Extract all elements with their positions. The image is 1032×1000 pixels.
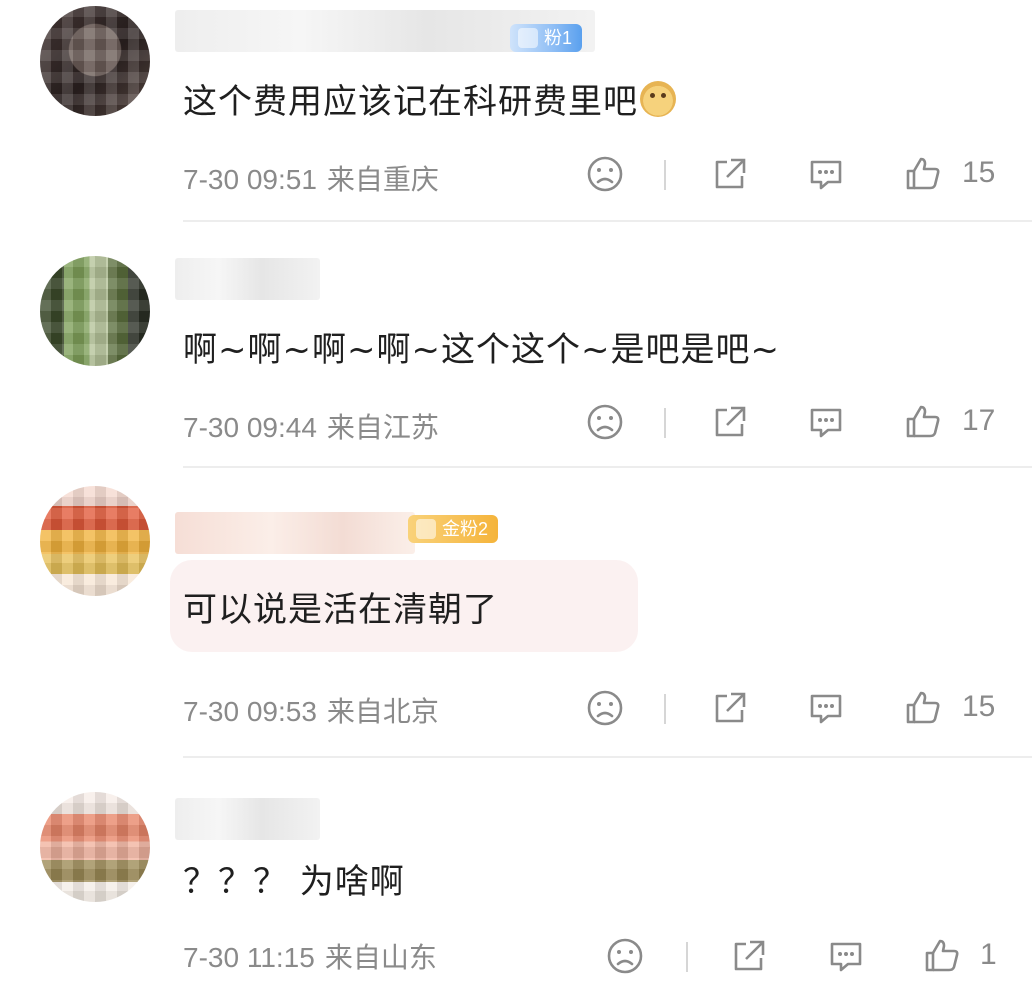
comment-item: 粉1 这个费用应该记在科研费里吧 7-30 09:51 来自重庆 15 [0,0,1032,222]
fan-badge-label: 金粉2 [442,519,489,539]
fan-badge[interactable]: 粉1 [510,24,583,52]
share-icon[interactable] [709,688,749,728]
comment-bubble-icon[interactable] [826,936,866,976]
comment-text: 这个费用应该记在科研费里吧 [183,74,676,123]
avatar[interactable] [40,792,150,902]
divider [664,694,666,724]
username[interactable] [175,798,320,840]
sad-face-icon[interactable] [605,936,645,976]
action-bar: 1 [0,936,1032,976]
thumbs-up-icon[interactable] [903,402,943,442]
like-count: 1 [980,938,997,971]
sad-face-icon[interactable] [585,688,625,728]
fan-badge-label: 粉1 [544,28,573,48]
comment-body: 这个费用应该记在科研费里吧 [183,82,638,122]
comment-text: 啊~啊~啊~啊~这个这个~是吧是吧~ [183,322,780,371]
comment-item: 金粉2 可以说是活在清朝了 7-30 09:53 来自北京 15 [0,468,1032,758]
comment-item: 啊~啊~啊~啊~这个这个~是吧是吧~ 7-30 09:44 来自江苏 17 [0,222,1032,468]
divider [664,160,666,190]
avatar[interactable] [40,6,150,116]
thumbs-up-icon[interactable] [922,936,962,976]
divider [664,408,666,438]
comment-bubble-icon[interactable] [806,154,846,194]
divider [686,942,688,972]
fan-badge-icon [416,519,436,539]
comment-text: ？？？ 为啥啊 [183,854,405,903]
fan-badge[interactable]: 金粉2 [408,515,499,543]
comment-feed: 粉1 这个费用应该记在科研费里吧 7-30 09:51 来自重庆 15 啊~啊~… [0,0,1032,1000]
fan-badge-icon [518,28,538,48]
like-count: 15 [962,156,996,189]
share-icon[interactable] [728,936,768,976]
action-bar: 15 [0,154,1032,194]
like-count: 17 [962,404,996,437]
avatar[interactable] [40,256,150,366]
thumbs-up-icon[interactable] [903,688,943,728]
thumbs-up-icon[interactable] [903,154,943,194]
sad-face-icon[interactable] [585,154,625,194]
action-bar: 17 [0,402,1032,442]
doge-emoji-icon [640,81,676,117]
comment-body: ？？？ 为啥啊 [183,862,405,902]
share-icon[interactable] [709,154,749,194]
sad-face-icon[interactable] [585,402,625,442]
comment-body: 啊~啊~啊~啊~这个这个~是吧是吧~ [183,330,780,370]
username[interactable] [175,258,320,300]
comment-item: ？？？ 为啥啊 7-30 11:15 来自山东 1 [0,758,1032,1000]
action-bar: 15 [0,688,1032,728]
avatar[interactable] [40,486,150,596]
comment-bubble-icon[interactable] [806,402,846,442]
share-icon[interactable] [709,402,749,442]
like-count: 15 [962,690,996,723]
comment-text: 可以说是活在清朝了 [183,582,498,631]
comment-body: 可以说是活在清朝了 [183,590,498,630]
comment-bubble-icon[interactable] [806,688,846,728]
username[interactable] [175,512,415,554]
